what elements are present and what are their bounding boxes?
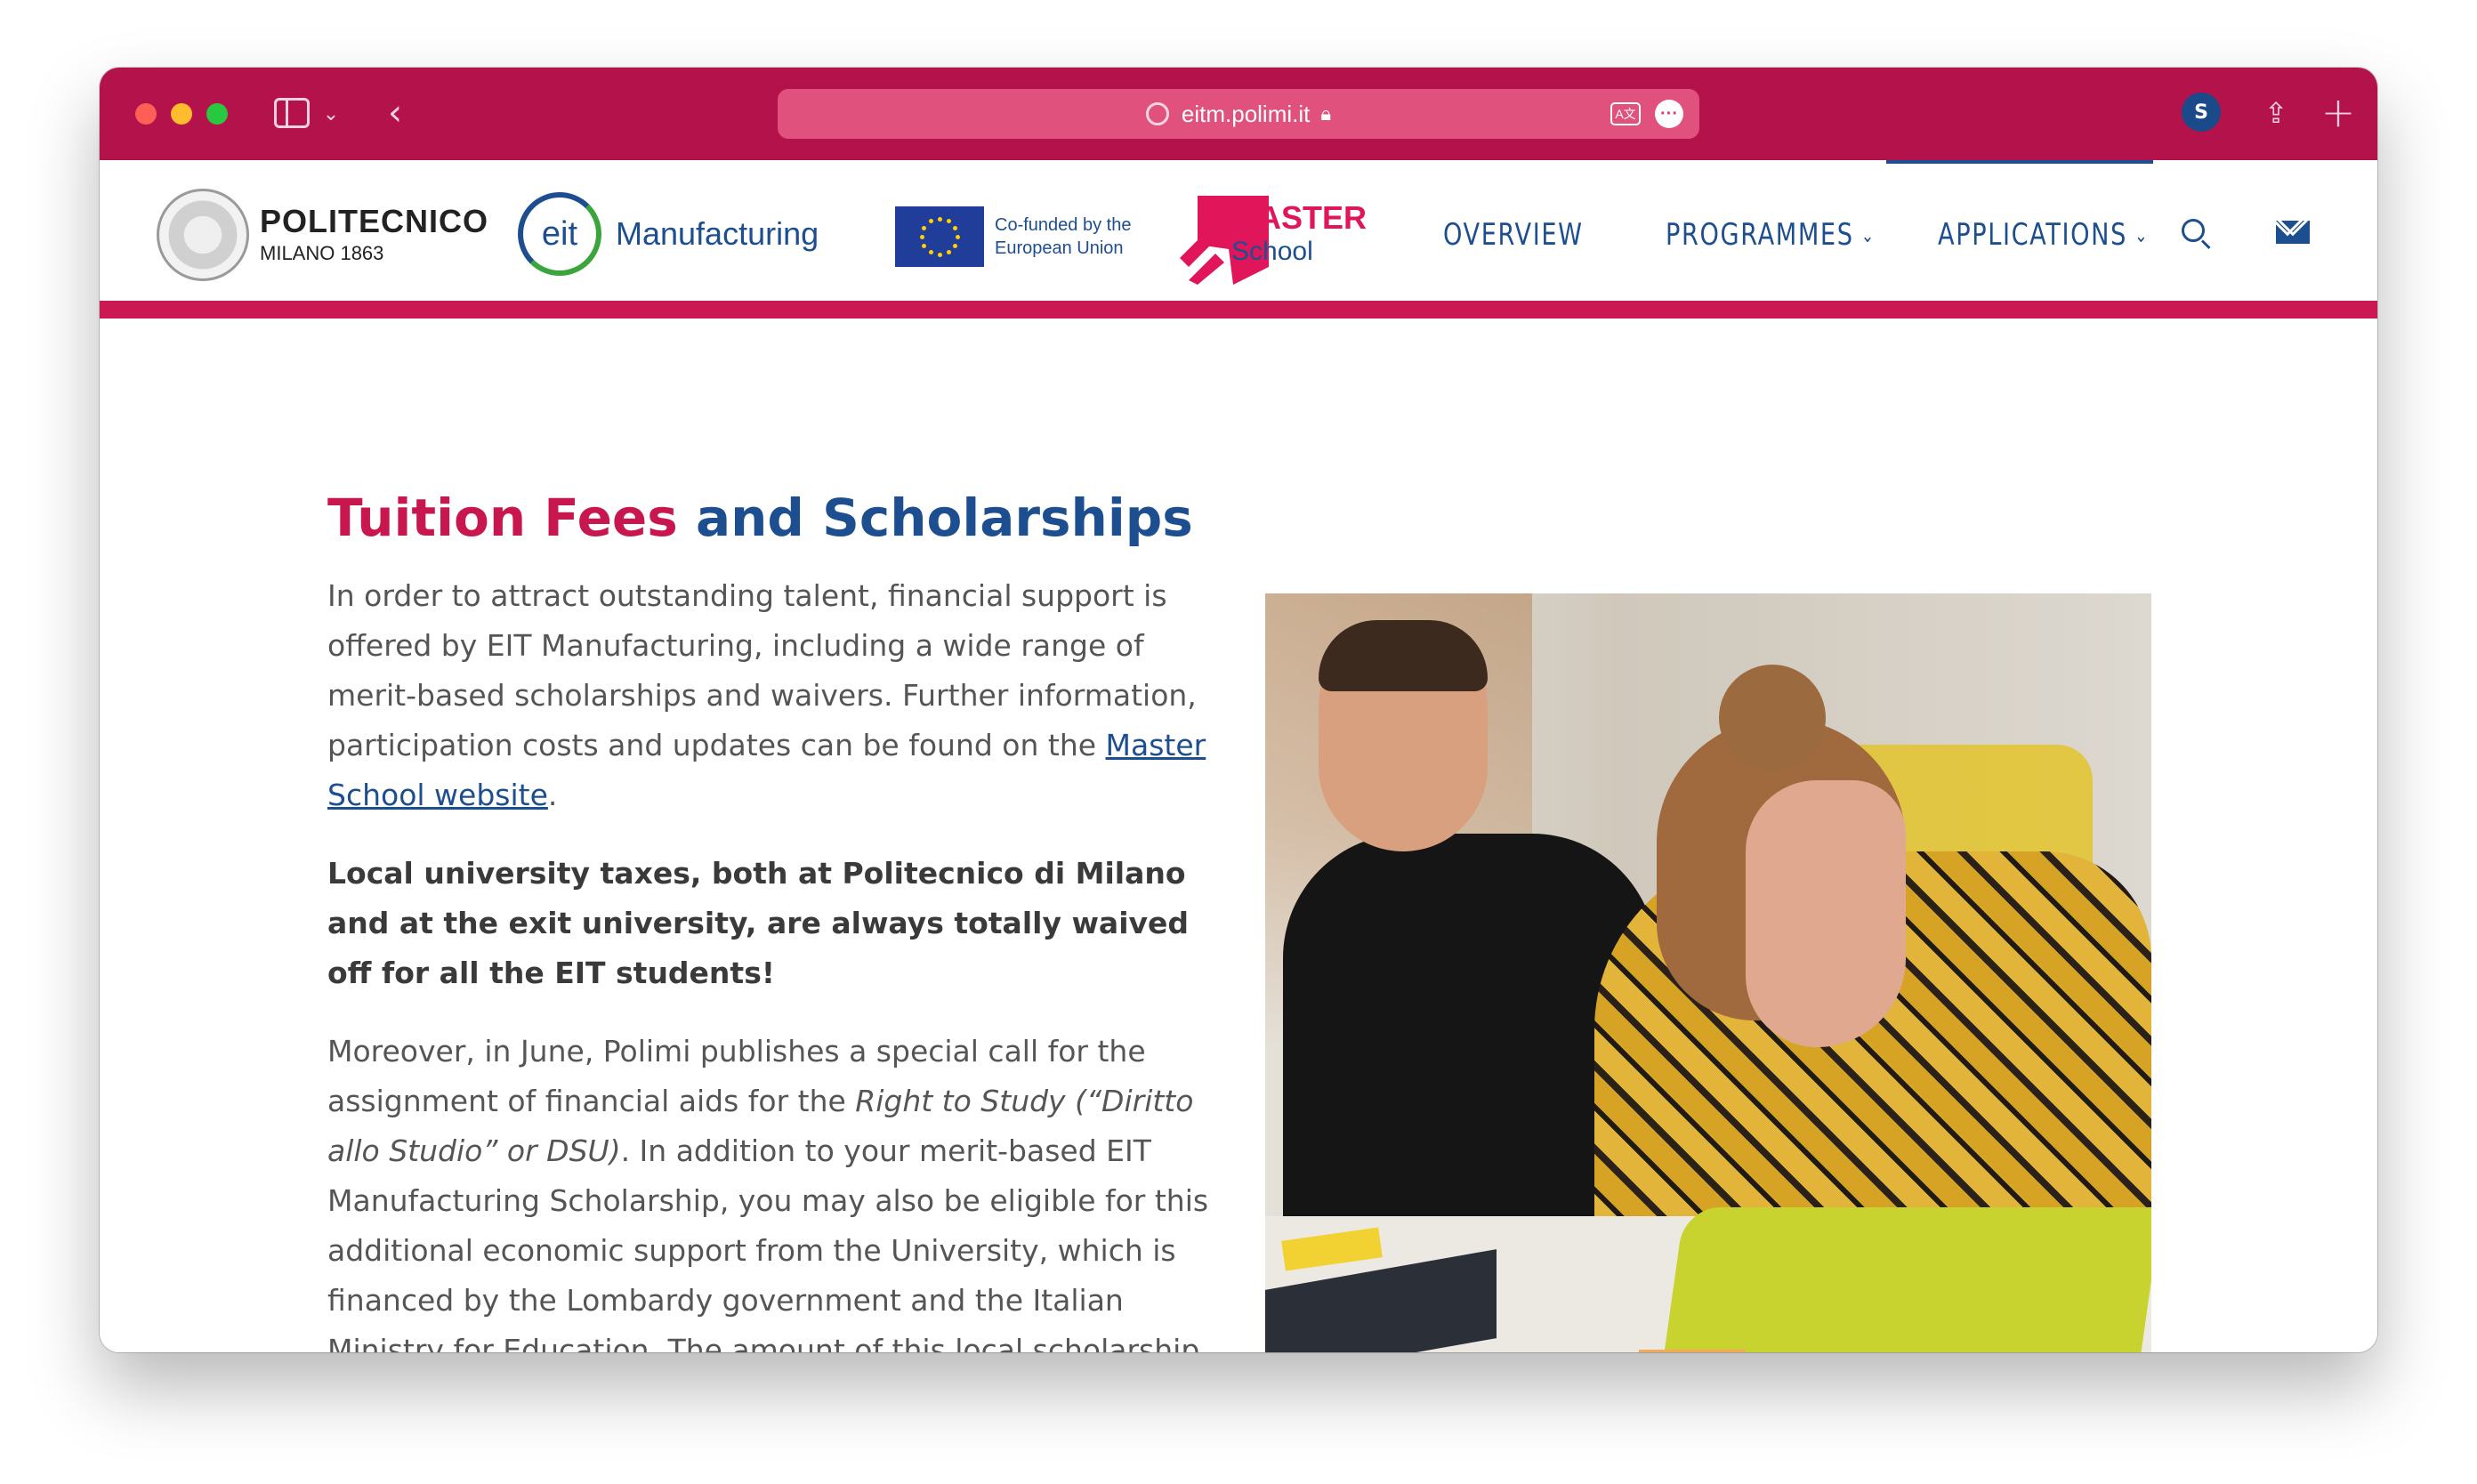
sidebar-toggle-icon[interactable]	[274, 98, 310, 128]
minimize-window-button[interactable]	[171, 103, 192, 125]
master-text: MASTER	[1231, 199, 1367, 236]
nav-applications-label: APPLICATIONS	[1938, 217, 2127, 253]
eu-line1: Co-funded by the	[995, 215, 1132, 235]
eu-star	[946, 219, 951, 224]
paragraph-dsu: Moreover, in June, Polimi publishes a sp…	[327, 1027, 1217, 1352]
nav-active-indicator	[1886, 160, 2153, 164]
eu-star	[928, 219, 933, 224]
eu-star	[937, 252, 942, 257]
share-icon[interactable]: ⇪	[2256, 89, 2295, 137]
new-tab-icon[interactable]: +	[2319, 87, 2358, 137]
students-photo	[1265, 593, 2151, 1352]
eu-star	[922, 225, 927, 230]
eit-logo-mark[interactable]: eit	[518, 192, 601, 276]
master-school-wordmark[interactable]: MASTER School	[1231, 201, 1367, 269]
nav-programmes[interactable]: PROGRAMMES ⌄	[1666, 217, 1876, 253]
chevron-down-icon: ⌄	[1860, 225, 1876, 247]
p2-bold-text: Local university taxes, both at Politecn…	[327, 856, 1190, 990]
chevron-down-icon[interactable]: ⌄	[320, 96, 342, 132]
page-title: Tuition Fees and Scholarships	[327, 488, 1193, 548]
school-text: School	[1231, 237, 1313, 266]
body-text: In order to attract outstanding talent, …	[327, 571, 1217, 1352]
polimi-name: POLITECNICO	[260, 203, 489, 239]
polimi-year: MILANO 1863	[260, 242, 384, 264]
lock-icon: 🔒︎	[1320, 102, 1332, 125]
title-part2: and Scholarships	[695, 488, 1193, 548]
eu-star	[946, 249, 951, 254]
mail-icon[interactable]	[2276, 221, 2310, 244]
eit-logo-word[interactable]: Manufacturing	[616, 215, 819, 253]
nav-applications[interactable]: APPLICATIONS ⌄	[1938, 217, 2149, 253]
p1-end: .	[547, 778, 558, 812]
p1-text: In order to attract outstanding talent, …	[327, 578, 1197, 762]
address-bar[interactable]: eitm.polimi.it 🔒︎ A文 ···	[778, 89, 1699, 139]
nav-overview[interactable]: OVERVIEW	[1443, 217, 1584, 253]
url-text: eitm.polimi.it	[1181, 100, 1311, 127]
main-content: Tuition Fees and Scholarships In order t…	[100, 319, 2377, 1352]
eu-cofunded-text: Co-funded by the European Union	[995, 214, 1131, 260]
more-options-icon[interactable]: ···	[1655, 100, 1683, 128]
browser-titlebar: ⌄ ‹ eitm.polimi.it 🔒︎ A文 ··· S ⇪ +	[100, 68, 2377, 160]
eu-line2: European Union	[995, 238, 1124, 258]
zoom-window-button[interactable]	[206, 103, 228, 125]
title-part1: Tuition Fees	[327, 488, 678, 548]
nav-overview-label: OVERVIEW	[1443, 217, 1584, 253]
eu-flag-icon	[895, 206, 984, 267]
header-accent-bar	[100, 301, 2377, 319]
nav-programmes-label: PROGRAMMES	[1666, 217, 1854, 253]
eu-star	[952, 243, 957, 248]
eu-star	[952, 225, 957, 230]
close-window-button[interactable]	[135, 103, 157, 125]
site-favicon-icon	[1145, 102, 1169, 125]
polimi-logo-text[interactable]: POLITECNICO MILANO 1863	[260, 203, 488, 265]
paragraph-taxes-waived: Local university taxes, both at Politecn…	[327, 849, 1217, 998]
back-arrow-icon[interactable]: ‹	[379, 91, 411, 135]
eit-mark-text: eit	[541, 214, 578, 253]
site-header: POLITECNICO MILANO 1863 eit Manufacturin…	[100, 160, 2377, 301]
translate-icon[interactable]: A文	[1610, 102, 1641, 125]
chevron-down-icon: ⌄	[2134, 225, 2150, 247]
eu-star	[922, 243, 927, 248]
eu-star	[919, 234, 924, 239]
search-icon[interactable]	[2182, 219, 2205, 242]
polimi-seal-logo[interactable]	[157, 189, 249, 281]
browser-window: ⌄ ‹ eitm.polimi.it 🔒︎ A文 ··· S ⇪ + POLIT…	[100, 68, 2377, 1352]
eu-star	[937, 216, 942, 222]
paragraph-financial-support: In order to attract outstanding talent, …	[327, 571, 1217, 820]
eu-star	[955, 234, 960, 239]
extension-icon[interactable]: S	[2182, 93, 2221, 132]
eu-star	[928, 249, 933, 254]
